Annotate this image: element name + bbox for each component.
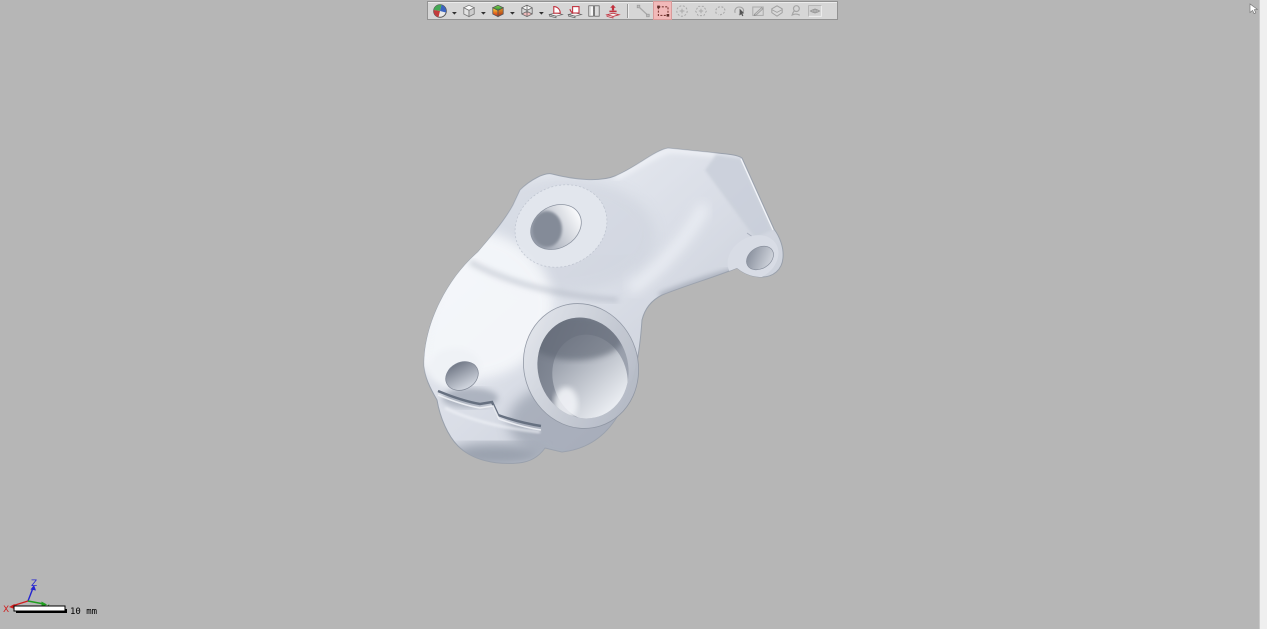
3d-viewport[interactable]: Z X Y 10 mm [0,0,1267,629]
view-toolbar [427,1,838,20]
circle-select-icon [674,3,690,19]
cad-application-window: { "window": { "background_color": "#b6b6… [0,0,1267,629]
loop-select-icon [788,3,804,19]
shaded-sphere-dropdown-icon[interactable] [451,3,458,19]
rectangle-select-icon[interactable] [654,2,671,19]
scale-bar: 10 mm [14,606,97,617]
visibility-eye-icon [807,3,823,19]
wireframe-cube-dropdown-icon[interactable] [480,3,487,19]
part-clamp-bracket[interactable] [383,148,787,468]
axis-x-label: X [3,605,9,615]
transparent-cube-dropdown-icon[interactable] [538,3,545,19]
shaded-material-dropdown-icon[interactable] [509,3,516,19]
paint-select-icon [750,3,766,19]
transparent-cube-view-icon[interactable] [519,3,535,19]
shaded-sphere-view-icon[interactable] [432,3,448,19]
split-panes-icon[interactable] [586,3,602,19]
model-canvas[interactable]: Z X Y 10 mm [0,0,1267,629]
toolbar-separator [627,4,629,18]
axis-z-label: Z [31,579,37,589]
polygon-select-icon [693,3,709,19]
section-box-icon[interactable] [567,3,583,19]
lasso-cursor-select-icon [731,3,747,19]
line-select-icon [635,3,651,19]
press-arrow-icon[interactable] [605,3,621,19]
freehand-select-icon [712,3,728,19]
region-fill-select-icon [769,3,785,19]
mouse-cursor [1249,3,1261,16]
section-quarter-icon[interactable] [548,3,564,19]
window-right-edge [1259,0,1267,629]
axis-z: Z [28,579,37,601]
wireframe-cube-view-icon[interactable] [461,3,477,19]
shaded-material-cube-icon[interactable] [490,3,506,19]
scale-bar-label: 10 mm [70,607,97,617]
